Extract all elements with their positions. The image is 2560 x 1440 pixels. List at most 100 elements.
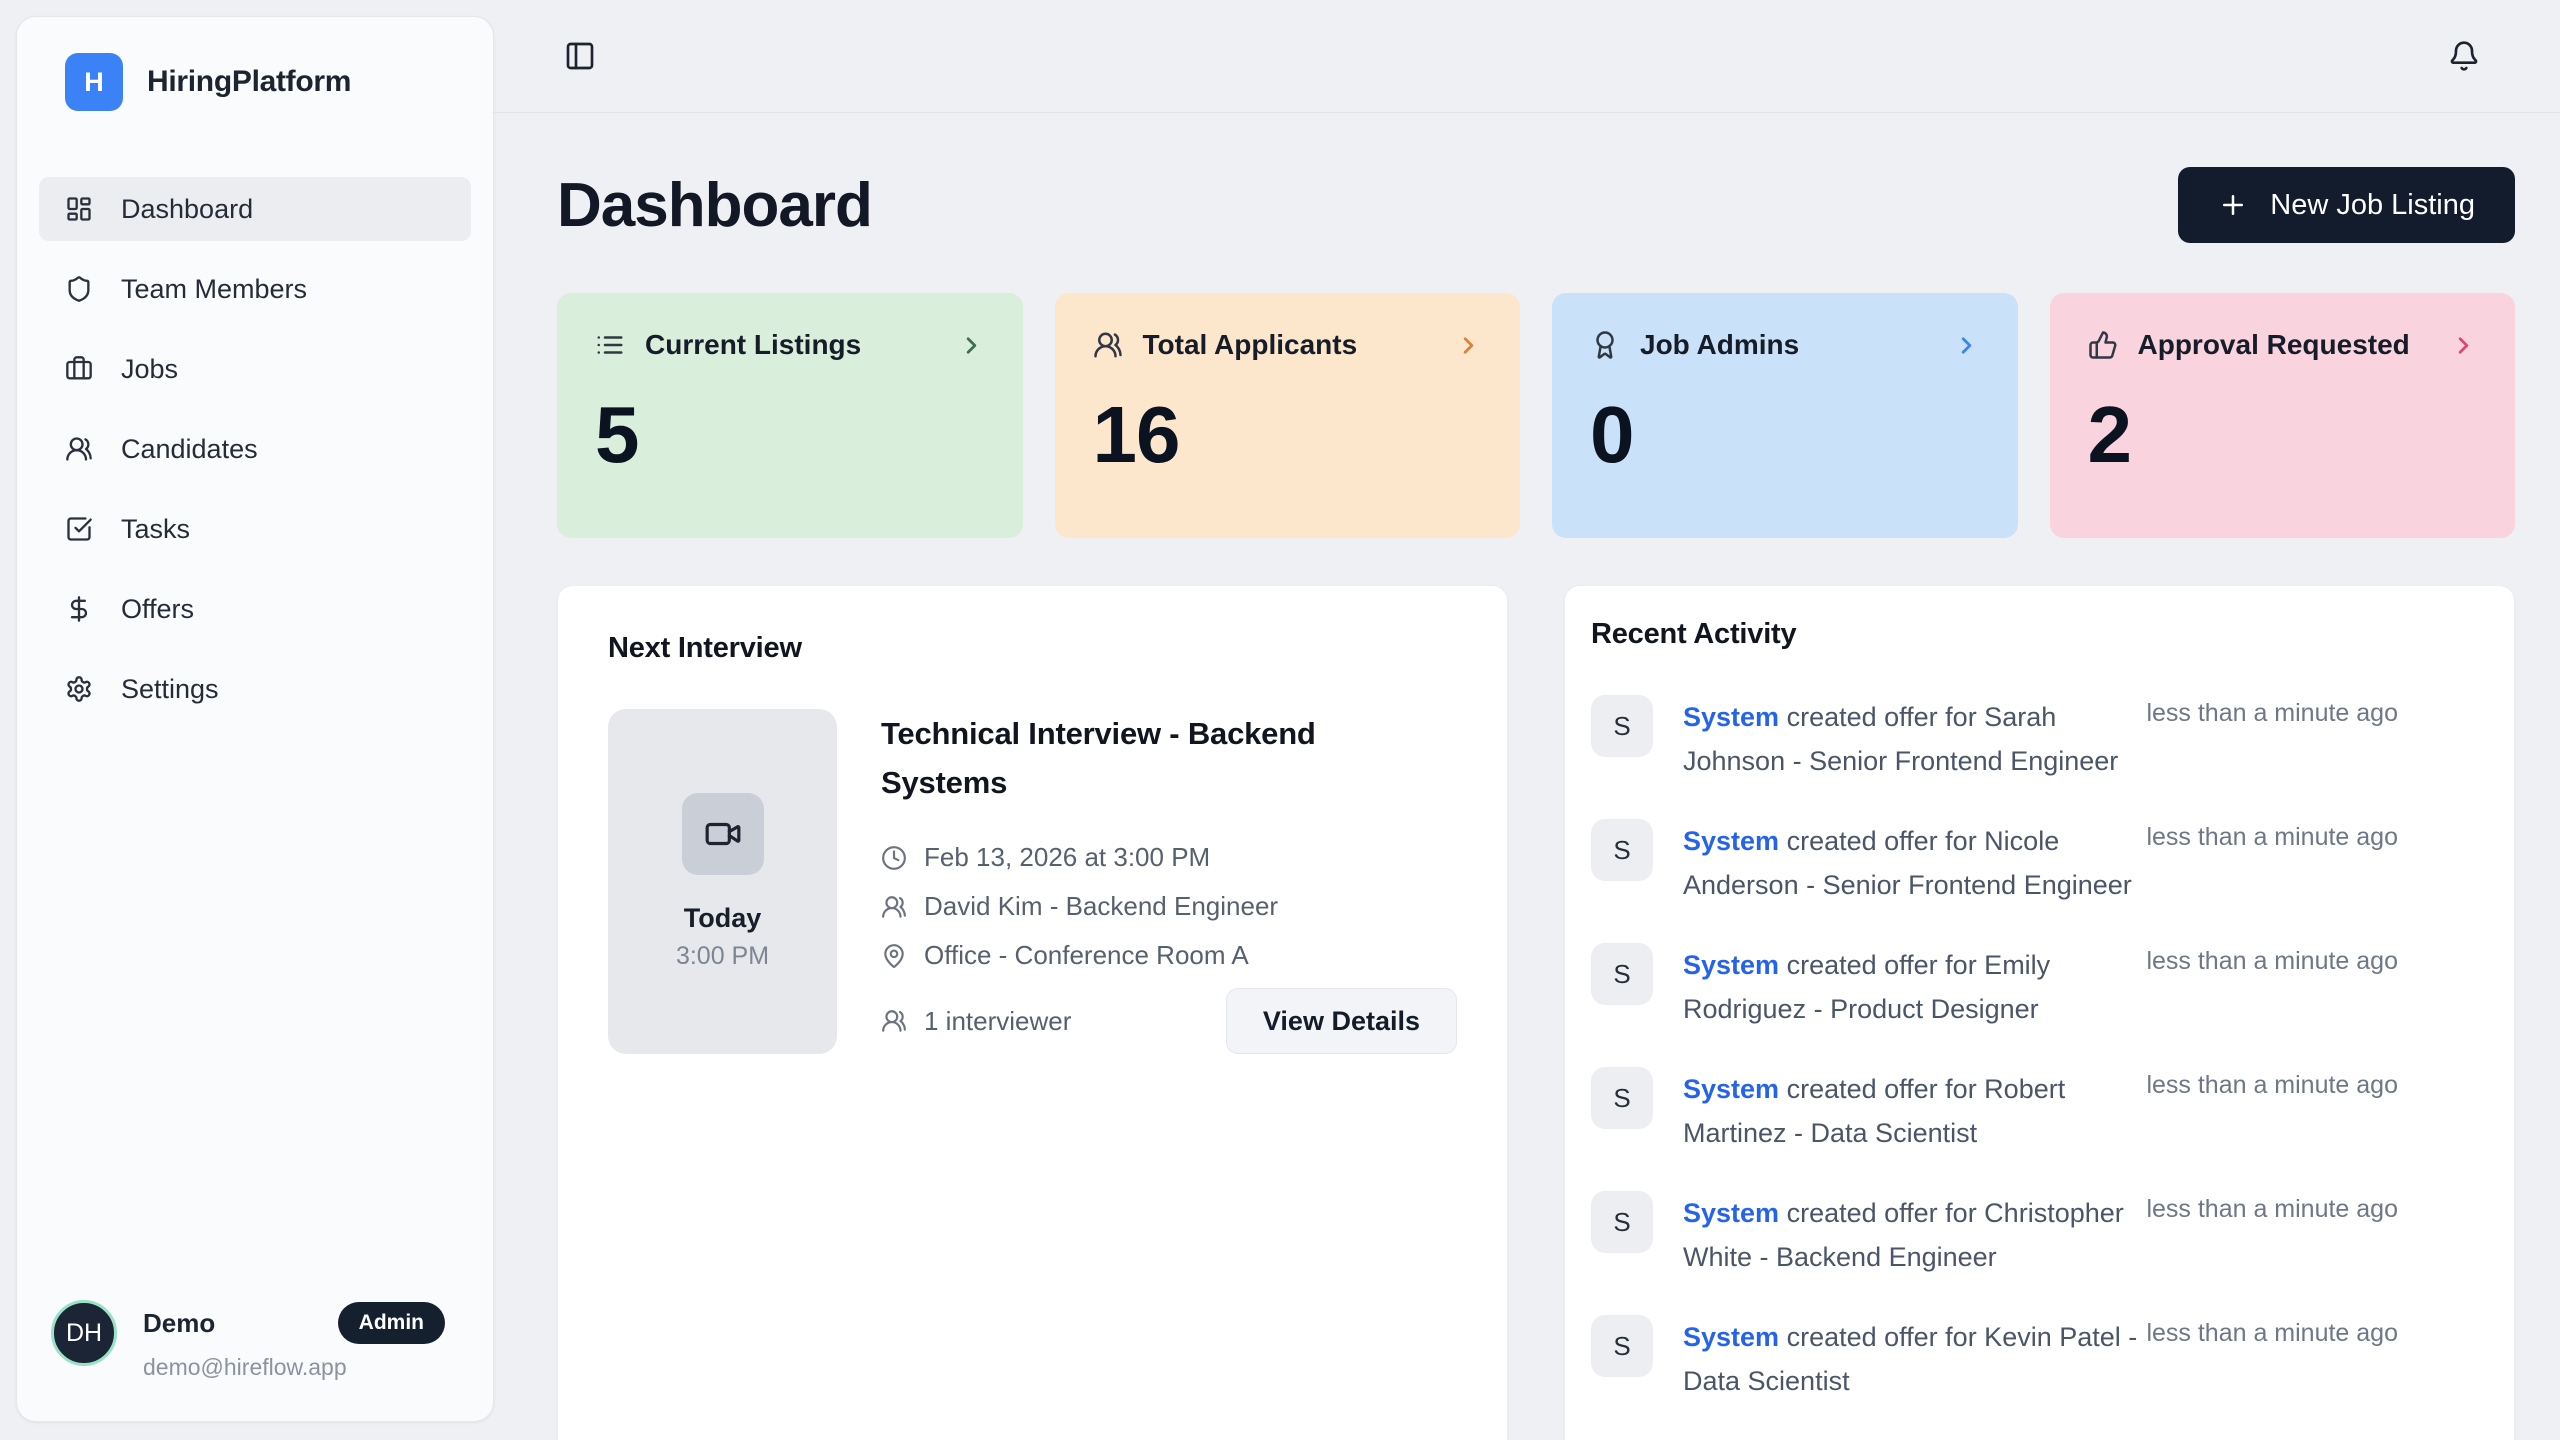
sidebar-item-tasks[interactable]: Tasks xyxy=(39,497,471,561)
avatar: S xyxy=(1591,943,1653,1005)
stat-label: Approval Requested xyxy=(2138,329,2410,361)
briefcase-icon xyxy=(65,355,93,383)
sidebar-item-label: Settings xyxy=(121,674,219,705)
view-details-button[interactable]: View Details xyxy=(1226,988,1457,1054)
activity-actor: System xyxy=(1683,950,1779,980)
activity-item[interactable]: S System created offer for Nicole Anders… xyxy=(1591,819,2488,907)
stat-label: Job Admins xyxy=(1640,329,1799,361)
map-pin-icon xyxy=(881,943,907,969)
clock-icon xyxy=(881,845,907,871)
main-area: Dashboard New Job Listing Current Listin… xyxy=(494,0,2560,1440)
interview-location-row: Office - Conference Room A xyxy=(881,931,1457,980)
sidebar-item-label: Jobs xyxy=(121,354,178,385)
avatar: S xyxy=(1591,819,1653,881)
dollar-sign-icon xyxy=(65,595,93,623)
activity-actor: System xyxy=(1683,1074,1779,1104)
activity-text: System created offer for Emily Rodriguez… xyxy=(1683,943,2146,1031)
topbar xyxy=(494,0,2560,113)
new-job-listing-button[interactable]: New Job Listing xyxy=(2178,167,2515,243)
panel-left-icon xyxy=(564,40,596,72)
sidebar-item-label: Dashboard xyxy=(121,194,253,225)
gear-icon xyxy=(65,675,93,703)
activity-timestamp: less than a minute ago xyxy=(2146,1067,2398,1100)
stat-card-approval-requested[interactable]: Approval Requested 2 xyxy=(2050,293,2516,538)
activity-text: System created offer for Sarah Johnson -… xyxy=(1683,695,2146,783)
activity-actor: System xyxy=(1683,1322,1779,1352)
interview-location: Office - Conference Room A xyxy=(924,940,1249,971)
interview-info: Technical Interview - Backend Systems Fe… xyxy=(881,709,1457,1054)
sidebar-item-offers[interactable]: Offers xyxy=(39,577,471,641)
page-title: Dashboard xyxy=(557,170,872,241)
user-profile[interactable]: DH Demo Admin demo@hireflow.app xyxy=(39,1300,471,1381)
sidebar-item-jobs[interactable]: Jobs xyxy=(39,337,471,401)
thumbs-up-icon xyxy=(2088,330,2118,360)
interview-job-title: Technical Interview - Backend Systems xyxy=(881,709,1351,807)
layout-dashboard-icon xyxy=(65,195,93,223)
interviewer-count: 1 interviewer xyxy=(881,1006,1071,1037)
activity-timestamp: less than a minute ago xyxy=(2146,695,2398,728)
user-name: Demo xyxy=(143,1308,215,1339)
activity-actor: System xyxy=(1683,826,1779,856)
interview-day: Today xyxy=(684,903,762,934)
app-title: HiringPlatform xyxy=(147,65,351,99)
sidebar-item-settings[interactable]: Settings xyxy=(39,657,471,721)
next-interview-panel: Next Interview Today 3:00 PM Technical I… xyxy=(557,585,1508,1440)
activity-text: System created offer for Christopher Whi… xyxy=(1683,1191,2146,1279)
users-icon xyxy=(881,894,907,920)
sidebar-item-dashboard[interactable]: Dashboard xyxy=(39,177,471,241)
avatar: S xyxy=(1591,1315,1653,1377)
stat-value: 0 xyxy=(1590,389,1980,481)
chevron-right-icon xyxy=(1953,332,1980,359)
plus-icon xyxy=(2218,190,2248,220)
stats-row: Current Listings 5 Total Applicants xyxy=(557,293,2515,538)
recent-activity-panel: Recent Activity S System created offer f… xyxy=(1564,585,2515,1440)
activity-text: System created offer for Robert Martinez… xyxy=(1683,1067,2146,1155)
activity-actor: System xyxy=(1683,1198,1779,1228)
activity-timestamp: less than a minute ago xyxy=(2146,943,2398,976)
sidebar-toggle-button[interactable] xyxy=(556,32,604,80)
avatar: DH xyxy=(51,1300,117,1366)
sidebar-item-team-members[interactable]: Team Members xyxy=(39,257,471,321)
stat-label: Current Listings xyxy=(645,329,861,361)
interview-datetime-row: Feb 13, 2026 at 3:00 PM xyxy=(881,833,1457,882)
stat-value: 5 xyxy=(595,389,985,481)
activity-item[interactable]: S System created offer for Sarah Johnson… xyxy=(1591,695,2488,783)
interview-time: 3:00 PM xyxy=(676,942,769,971)
avatar: S xyxy=(1591,1067,1653,1129)
activity-timestamp: less than a minute ago xyxy=(2146,1315,2398,1348)
interview-datetime: Feb 13, 2026 at 3:00 PM xyxy=(924,842,1210,873)
interview-candidate-row: David Kim - Backend Engineer xyxy=(881,882,1457,931)
activity-actor: System xyxy=(1683,702,1779,732)
interview-thumbnail: Today 3:00 PM xyxy=(608,709,837,1054)
activity-text: System created offer for Kevin Patel - D… xyxy=(1683,1315,2146,1403)
chevron-right-icon xyxy=(2450,332,2477,359)
chevron-right-icon xyxy=(958,332,985,359)
app-window: H HiringPlatform Dashboard Team Members xyxy=(0,0,2560,1440)
sidebar-item-candidates[interactable]: Candidates xyxy=(39,417,471,481)
activity-item[interactable]: S System created offer for Christopher W… xyxy=(1591,1191,2488,1279)
check-square-icon xyxy=(65,515,93,543)
shield-icon xyxy=(65,275,93,303)
list-icon xyxy=(595,330,625,360)
video-icon xyxy=(682,793,764,875)
notifications-button[interactable] xyxy=(2440,32,2488,80)
stat-card-job-admins[interactable]: Job Admins 0 xyxy=(1552,293,2018,538)
page-content: Dashboard New Job Listing Current Listin… xyxy=(494,113,2560,1440)
avatar: S xyxy=(1591,695,1653,757)
chevron-right-icon xyxy=(1455,332,1482,359)
stat-value: 2 xyxy=(2088,389,2478,481)
activity-item[interactable]: S System created offer for Robert Martin… xyxy=(1591,1067,2488,1155)
new-job-listing-label: New Job Listing xyxy=(2270,189,2475,222)
user-meta: Demo Admin demo@hireflow.app xyxy=(143,1300,459,1381)
award-icon xyxy=(1590,330,1620,360)
recent-activity-title: Recent Activity xyxy=(1591,618,2488,651)
stat-card-total-applicants[interactable]: Total Applicants 16 xyxy=(1055,293,1521,538)
role-badge: Admin xyxy=(338,1302,445,1344)
user-email: demo@hireflow.app xyxy=(143,1354,459,1381)
avatar: S xyxy=(1591,1191,1653,1253)
activity-item[interactable]: S System created offer for Kevin Patel -… xyxy=(1591,1315,2488,1403)
stat-card-current-listings[interactable]: Current Listings 5 xyxy=(557,293,1023,538)
activity-timestamp: less than a minute ago xyxy=(2146,819,2398,852)
sidebar-item-label: Offers xyxy=(121,594,194,625)
activity-item[interactable]: S System created offer for Emily Rodrigu… xyxy=(1591,943,2488,1031)
